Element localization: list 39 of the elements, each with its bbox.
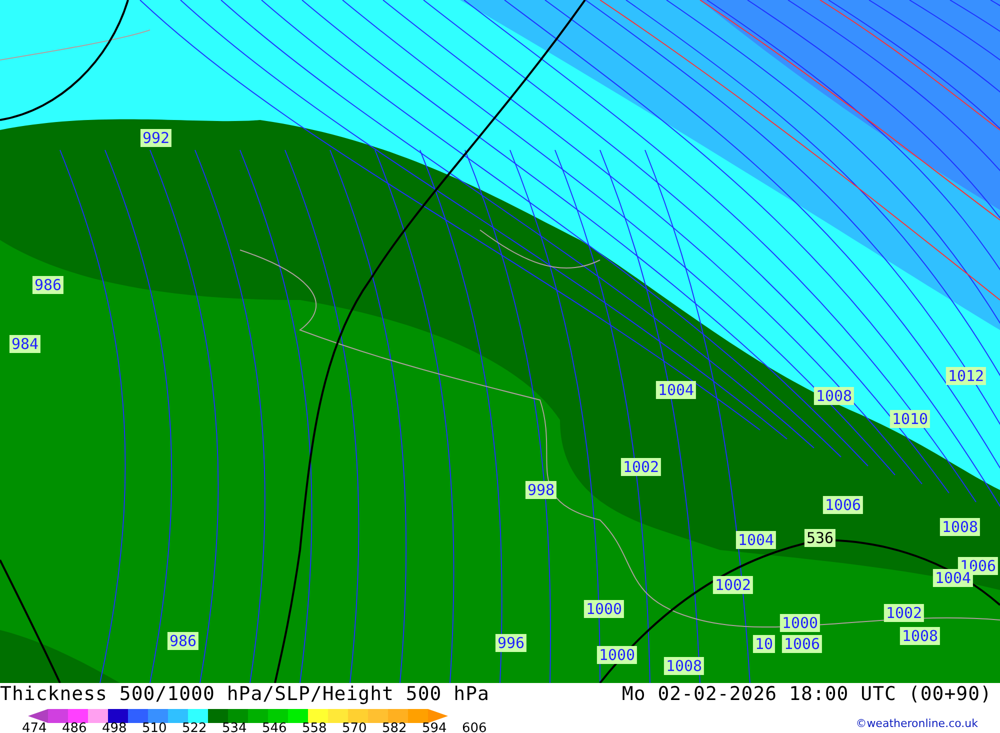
credit-text: ©weatheronline.co.uk — [856, 717, 978, 730]
isobar-label: 1002 — [884, 604, 924, 622]
legend-tick-label: 498 — [102, 721, 128, 733]
isobar-label: 1006 — [782, 635, 822, 653]
isobar-label: 1012 — [946, 367, 986, 385]
isobar-label: 986 — [32, 276, 64, 294]
isobar-label: 1008 — [814, 387, 854, 405]
isobar-label: 986 — [167, 632, 199, 650]
isobar-label: 992 — [140, 129, 172, 147]
valid-time: Mo 02-02-2026 18:00 UTC (00+90) — [622, 683, 992, 705]
legend-tick-label: 510 — [142, 721, 168, 733]
isobar-label: 1004 — [736, 531, 776, 549]
legend-tick-label: 570 — [342, 721, 368, 733]
isobar-label: 1002 — [712, 576, 754, 594]
legend-tick-label: 558 — [302, 721, 328, 733]
isobar-label: 1008 — [940, 518, 980, 536]
legend-tick-label: 546 — [262, 721, 288, 733]
isobar-label: 996 — [495, 634, 527, 652]
height-contour-label: 536 — [804, 529, 836, 547]
isobar-label: 1000 — [584, 600, 624, 618]
legend-tick-label: 606 — [462, 721, 488, 733]
map-title: Thickness 500/1000 hPa/SLP/Height 500 hPa — [0, 683, 490, 705]
isobar-label: 1000 — [596, 646, 638, 664]
legend-tick-label: 594 — [422, 721, 448, 733]
isobar-label: 998 — [525, 481, 557, 499]
isobar-label: 1004 — [656, 381, 696, 399]
isobar-label: 1006 — [822, 496, 864, 514]
isobar-label: 1000 — [780, 614, 820, 632]
isobar-label: 1002 — [620, 458, 662, 476]
isobar-label: 984 — [9, 335, 41, 353]
isobar-label: 1008 — [900, 627, 940, 645]
legend-tick-label: 582 — [382, 721, 408, 733]
isobar-label: 1008 — [664, 657, 704, 675]
legend-tick-label: 486 — [62, 721, 88, 733]
isobar-label: 10 — [752, 635, 776, 653]
legend-tick-label: 522 — [182, 721, 208, 733]
legend-tick-label: 474 — [22, 721, 48, 733]
isobar-label: 1010 — [890, 410, 930, 428]
legend-tick-label: 534 — [222, 721, 248, 733]
